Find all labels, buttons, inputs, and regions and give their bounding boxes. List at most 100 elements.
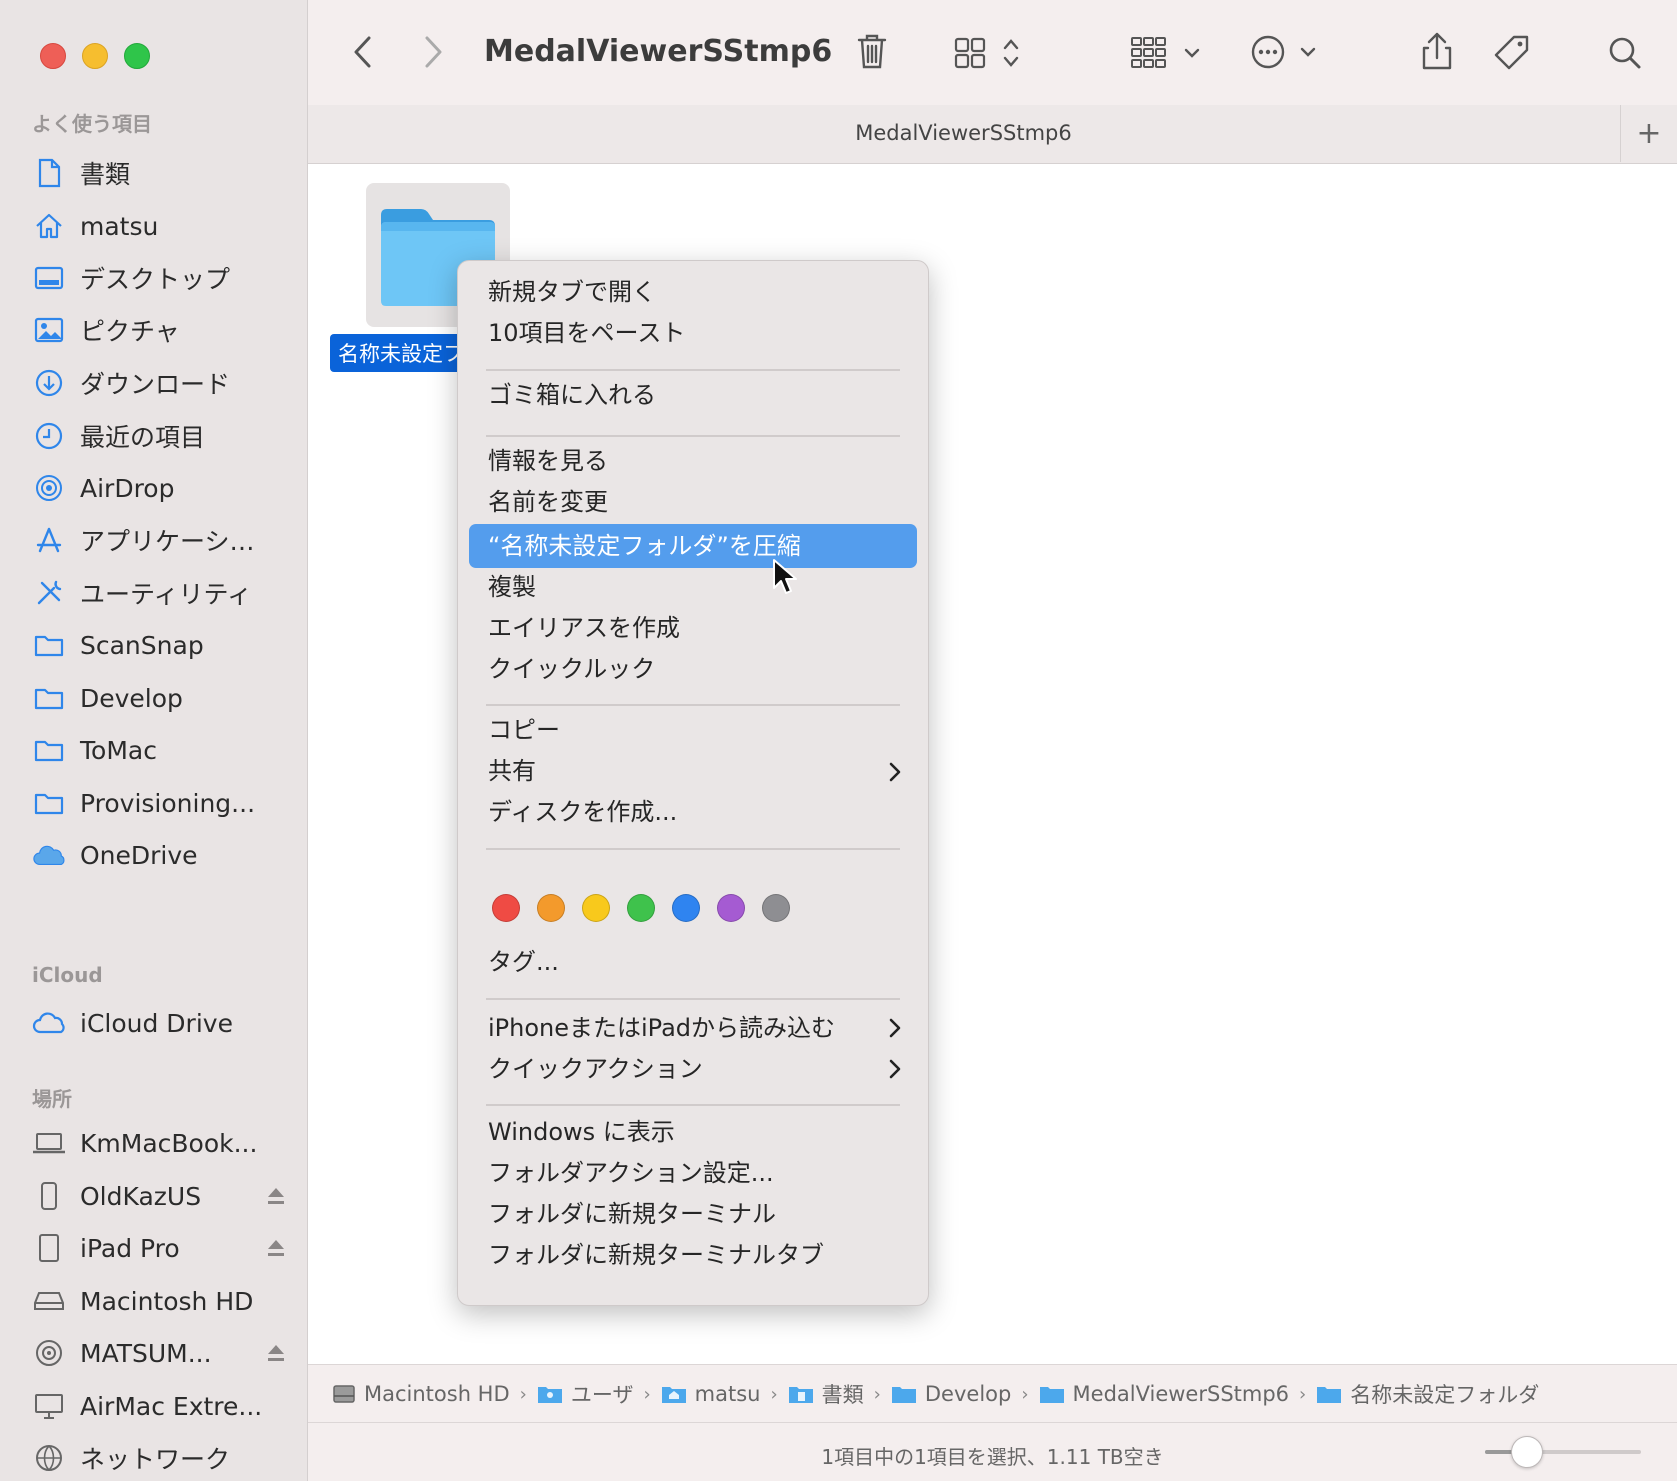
tag-color-dot[interactable] — [537, 894, 565, 922]
sidebar-item-utilities[interactable]: ユーティリティ — [32, 573, 287, 613]
sidebar-section-favorites: よく使う項目 — [32, 112, 152, 136]
menu-item-paste[interactable]: 10項目をペースト — [488, 313, 685, 353]
tag-color-dot[interactable] — [762, 894, 790, 922]
menu-item-new-terminal-tab[interactable]: フォルダに新規ターミナルタブ — [488, 1235, 824, 1275]
menu-item-new-terminal[interactable]: フォルダに新規ターミナル — [488, 1194, 776, 1234]
menu-separator — [486, 1104, 900, 1106]
sidebar-item-network[interactable]: ネットワーク — [32, 1438, 287, 1478]
sidebar-item-home[interactable]: matsu — [32, 206, 287, 246]
sidebar-item-pictures[interactable]: ピクチャ — [32, 310, 287, 350]
path-segment[interactable]: 名称未設定フォルダ — [1316, 1379, 1539, 1409]
chevron-right-icon — [889, 1018, 901, 1038]
sidebar-item-airdrop[interactable]: AirDrop — [32, 468, 287, 508]
sidebar-item-label: ScanSnap — [80, 630, 204, 660]
tag-color-dot[interactable] — [717, 894, 745, 922]
menu-item-import-from-iphone[interactable]: iPhoneまたはiPadから読み込む — [488, 1008, 835, 1048]
menu-item-quick-actions[interactable]: クイックアクション — [488, 1049, 703, 1089]
tab-title[interactable]: MedalViewerSStmp6 — [308, 121, 1619, 145]
menu-separator — [486, 435, 900, 437]
menu-item-rename[interactable]: 名前を変更 — [488, 482, 608, 522]
folder-name-label[interactable]: 名称未設定フ — [330, 334, 462, 372]
back-icon[interactable] — [350, 34, 376, 70]
sidebar-item-label: ダウンロード — [80, 370, 231, 399]
path-segment-label: 書類 — [821, 1383, 864, 1407]
tag-color-dot[interactable] — [672, 894, 700, 922]
airdrop-icon — [32, 472, 66, 504]
icon-size-slider[interactable] — [1485, 1436, 1641, 1468]
context-menu: 新規タブで開く 10項目をペースト ゴミ箱に入れる 情報を見る 名前を変更 “名… — [457, 260, 929, 1306]
eject-icon[interactable] — [265, 1184, 287, 1213]
menu-item-get-info[interactable]: 情報を見る — [488, 441, 608, 481]
sidebar-item-recents[interactable]: 最近の項目 — [32, 416, 287, 456]
sidebar-item-oldkazus[interactable]: OldKazUS — [32, 1176, 287, 1216]
sidebar-item-label: ネットワーク — [80, 1445, 231, 1474]
eject-icon[interactable] — [265, 1236, 287, 1265]
group-icon[interactable] — [1130, 36, 1204, 70]
users-folder-icon — [537, 1387, 562, 1403]
sidebar-item-scansnap[interactable]: ScanSnap — [32, 625, 287, 665]
new-tab-button[interactable]: + — [1620, 105, 1677, 162]
tag-color-dot[interactable] — [492, 894, 520, 922]
search-icon[interactable] — [1608, 36, 1642, 70]
path-segment-label: matsu — [694, 1382, 761, 1406]
path-segment[interactable]: Develop — [891, 1382, 1011, 1406]
menu-item-make-disk[interactable]: ディスクを作成... — [488, 792, 677, 832]
sidebar-item-icloud-drive[interactable]: iCloud Drive — [32, 1003, 287, 1043]
sidebar-item-ipad-pro[interactable]: iPad Pro — [32, 1228, 287, 1268]
window-controls — [40, 43, 150, 69]
menu-separator — [486, 369, 900, 371]
sidebar-item-documents[interactable]: 書類 — [32, 153, 287, 193]
sidebar-item-kmmacbook[interactable]: KmMacBook... — [32, 1123, 287, 1163]
status-bar: 1項目中の1項目を選択、1.11 TB空き — [308, 1422, 1677, 1481]
menu-item-tags[interactable]: タグ... — [488, 942, 559, 982]
path-segment[interactable]: matsu — [661, 1382, 761, 1406]
path-segment[interactable]: 書類 — [788, 1379, 864, 1409]
sidebar-item-onedrive[interactable]: OneDrive — [32, 835, 287, 875]
icon-view-icon[interactable] — [954, 36, 1026, 70]
sidebar-item-provisioning[interactable]: Provisioning... — [32, 783, 287, 823]
menu-item-open-new-tab[interactable]: 新規タブで開く — [488, 272, 656, 312]
sidebar-item-label: AirMac Extre... — [80, 1391, 263, 1421]
slider-knob[interactable] — [1510, 1436, 1543, 1468]
sidebar-item-label: ピクチャ — [80, 317, 180, 346]
menu-item-share[interactable]: 共有 — [488, 751, 536, 791]
sidebar-item-matsum[interactable]: MATSUM... — [32, 1333, 287, 1373]
trash-icon[interactable] — [856, 32, 888, 70]
sidebar-item-label: アプリケーシ… — [80, 527, 255, 556]
zoom-button[interactable] — [124, 43, 150, 69]
menu-item-quick-look[interactable]: クイックルック — [488, 649, 655, 689]
tag-color-dot[interactable] — [582, 894, 610, 922]
document-icon — [32, 157, 66, 189]
path-segment[interactable]: MedalViewerSStmp6 — [1039, 1382, 1289, 1406]
sidebar-item-applications[interactable]: アプリケーシ… — [32, 520, 287, 560]
menu-item-show-in-windows[interactable]: Windows に表示 — [488, 1112, 675, 1152]
menu-item-make-alias[interactable]: エイリアスを作成 — [488, 608, 680, 648]
sidebar-item-tomac[interactable]: ToMac — [32, 730, 287, 770]
menu-item-folder-actions[interactable]: フォルダアクション設定... — [488, 1153, 774, 1193]
menu-item-compress[interactable]: “名称未設定フォルダ”を圧縮 — [488, 526, 801, 566]
menu-item-duplicate[interactable]: 複製 — [488, 567, 536, 607]
more-actions-icon[interactable] — [1250, 34, 1322, 70]
disc-icon — [32, 1337, 66, 1369]
forward-icon[interactable] — [420, 34, 446, 70]
sidebar-item-develop[interactable]: Develop — [32, 678, 287, 718]
harddisk-icon — [333, 1385, 355, 1403]
menu-item-copy[interactable]: コピー — [488, 710, 560, 750]
picture-icon — [32, 314, 66, 346]
path-segment[interactable]: ユーザ — [537, 1379, 633, 1409]
sidebar-item-desktop[interactable]: デスクトップ — [32, 258, 287, 298]
close-button[interactable] — [40, 43, 66, 69]
sidebar-item-downloads[interactable]: ダウンロード — [32, 363, 287, 403]
menu-item-move-to-trash[interactable]: ゴミ箱に入れる — [488, 375, 656, 415]
minimize-button[interactable] — [82, 43, 108, 69]
eject-icon[interactable] — [265, 1341, 287, 1370]
tag-color-dot[interactable] — [627, 894, 655, 922]
tag-icon[interactable] — [1492, 34, 1532, 72]
utilities-icon — [32, 577, 66, 609]
sidebar-item-macintosh-hd[interactable]: Macintosh HD — [32, 1281, 287, 1321]
path-separator: › — [1021, 1383, 1029, 1405]
share-icon[interactable] — [1420, 30, 1454, 72]
sidebar-item-airmac[interactable]: AirMac Extre... — [32, 1386, 287, 1426]
mouse-pointer-icon — [773, 559, 797, 594]
path-segment[interactable]: Macintosh HD — [332, 1382, 510, 1406]
